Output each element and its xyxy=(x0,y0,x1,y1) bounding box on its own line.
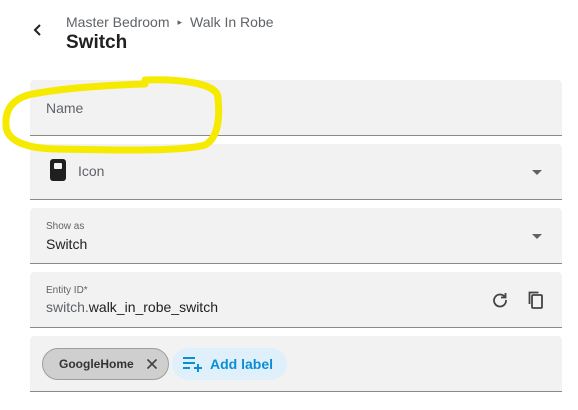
close-icon[interactable] xyxy=(144,356,160,372)
add-label-button[interactable]: Add label xyxy=(172,348,288,380)
show-as-value: Switch xyxy=(46,236,88,252)
add-label-text: Add label xyxy=(210,356,274,372)
entity-id-label: Entity ID* xyxy=(46,285,88,296)
chevron-down-icon[interactable] xyxy=(532,170,542,175)
header: Master Bedroom ▸ Walk In Robe Switch xyxy=(0,0,578,70)
entity-id-suffix: walk_in_robe_switch xyxy=(88,299,218,315)
switch-device-icon xyxy=(50,159,66,181)
show-as-select[interactable]: Show as Switch xyxy=(30,208,562,264)
icon-label: Icon xyxy=(78,163,105,179)
entity-id-field[interactable]: Entity ID* switch.walk_in_robe_switch xyxy=(30,272,562,328)
restore-icon[interactable] xyxy=(490,290,510,310)
breadcrumb-area[interactable]: Master Bedroom xyxy=(66,14,169,30)
name-field[interactable]: Name xyxy=(30,80,562,136)
label-chip-text: GoogleHome xyxy=(59,357,134,371)
label-chip[interactable]: GoogleHome xyxy=(42,348,169,380)
breadcrumb-device[interactable]: Walk In Robe xyxy=(190,14,274,30)
copy-icon[interactable] xyxy=(526,290,546,310)
show-as-label: Show as xyxy=(46,221,85,232)
breadcrumb: Master Bedroom ▸ Walk In Robe xyxy=(66,14,274,30)
chevron-down-icon[interactable] xyxy=(532,234,542,239)
playlist-add-icon xyxy=(183,357,202,372)
back-button[interactable] xyxy=(24,16,52,44)
icon-picker[interactable]: Icon xyxy=(30,144,562,200)
entity-id-value[interactable]: switch.walk_in_robe_switch xyxy=(46,299,218,315)
page-title: Switch xyxy=(66,32,128,53)
entity-id-prefix: switch. xyxy=(46,299,89,315)
name-placeholder: Name xyxy=(46,100,84,116)
chevron-left-icon xyxy=(33,24,41,36)
breadcrumb-separator-icon: ▸ xyxy=(177,16,183,27)
labels-field: GoogleHome Add label xyxy=(30,336,562,392)
